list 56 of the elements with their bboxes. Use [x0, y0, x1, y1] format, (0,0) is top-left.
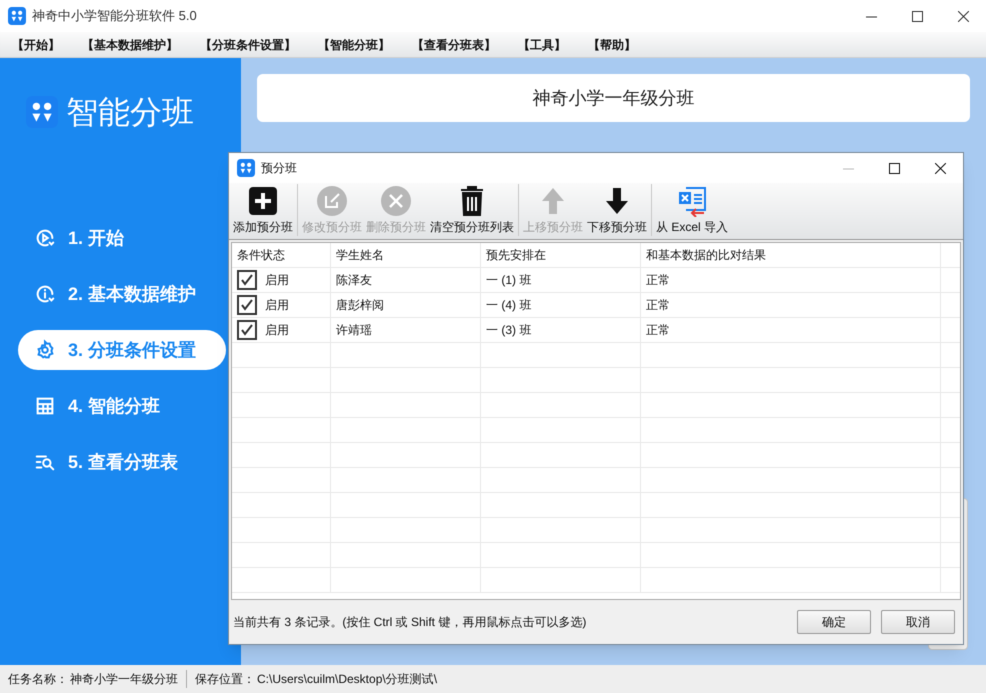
table-cell-text: 启用 — [265, 322, 289, 339]
sidebar-item[interactable]: 3. 分班条件设置 — [18, 330, 226, 370]
status-label: 任务名称： — [8, 671, 68, 688]
toolbar-button[interactable]: 下移预分班 — [585, 184, 649, 236]
sidebar-item[interactable]: 2. 基本数据维护 — [18, 274, 226, 314]
excel-import-icon — [676, 185, 708, 217]
status-value: C:\Users\cuilm\Desktop\分班测试\ — [257, 671, 438, 688]
sidebar-item[interactable]: 5. 查看分班表 — [18, 442, 226, 482]
table-cell-text: 启用 — [265, 297, 289, 314]
checkbox[interactable] — [237, 295, 257, 315]
status-value: 神奇小学一年级分班 — [70, 670, 187, 688]
app-logo-icon — [8, 7, 26, 25]
status-label: 保存位置： — [195, 671, 255, 688]
window-title: 神奇中小学智能分班软件 5.0 — [32, 7, 197, 26]
dialog-title: 预分班 — [261, 160, 297, 177]
table-cell: 许靖瑶 — [331, 318, 481, 342]
toolbar-button[interactable]: 清空预分班列表 — [428, 184, 516, 236]
table-cell: 正常 — [641, 318, 941, 342]
toolbar-button[interactable]: 从 Excel 导入 — [654, 184, 730, 236]
menu-item[interactable]: 【基本数据维护】 — [82, 36, 178, 54]
table-cell-text: 启用 — [265, 272, 289, 289]
table-icon — [34, 395, 56, 417]
logo-icon — [26, 96, 58, 128]
plus-icon — [247, 185, 279, 217]
table-cell: 一 (3) 班 — [481, 318, 641, 342]
checkbox[interactable] — [237, 270, 257, 290]
sidebar-title: 智能分班 — [66, 93, 194, 132]
record-count-text: 当前共有 3 条记录。(按住 Ctrl 或 Shift 键，再用鼠标点击可以多选) — [233, 614, 586, 631]
checkbox[interactable] — [237, 320, 257, 340]
menu-item[interactable]: 【分班条件设置】 — [200, 36, 296, 54]
table-cell: 陈泽友 — [331, 268, 481, 292]
app-logo-icon — [237, 159, 255, 177]
table-cell: 正常 — [641, 268, 941, 292]
table-cell: 一 (1) 班 — [481, 268, 641, 292]
header-title: 神奇小学一年级分班 — [257, 74, 970, 122]
sidebar-item[interactable]: 1. 开始 — [18, 218, 226, 258]
dialog-button[interactable]: 确定 — [797, 610, 871, 634]
dialog-button[interactable]: 取消 — [881, 610, 955, 634]
menu-item[interactable]: 【查看分班表】 — [412, 36, 496, 54]
column-header[interactable]: 预先安排在 — [481, 243, 641, 267]
play-icon — [34, 227, 56, 249]
info-icon — [34, 283, 56, 305]
column-header[interactable]: 学生姓名 — [331, 243, 481, 267]
menu-item[interactable]: 【帮助】 — [588, 36, 636, 54]
table-cell: 正常 — [641, 293, 941, 317]
column-header[interactable]: 和基本数据的比对结果 — [641, 243, 941, 267]
table-cell: 唐彭梓阅 — [331, 293, 481, 317]
close-icon — [380, 185, 412, 217]
menu-item[interactable]: 【工具】 — [518, 36, 566, 54]
menu-item[interactable]: 【智能分班】 — [318, 36, 390, 54]
menu-item[interactable]: 【开始】 — [12, 36, 60, 54]
sidebar-item[interactable]: 4. 智能分班 — [18, 386, 226, 426]
edit-icon — [316, 185, 348, 217]
column-header[interactable]: 条件状态 — [232, 243, 331, 267]
table-cell: 一 (4) 班 — [481, 293, 641, 317]
toolbar-button[interactable]: 添加预分班 — [231, 184, 295, 236]
